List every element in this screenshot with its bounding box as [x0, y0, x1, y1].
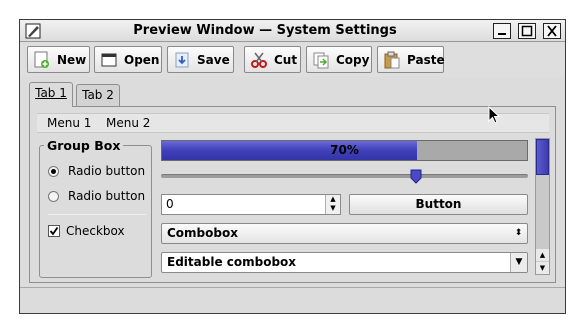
- paste-icon: [384, 51, 400, 68]
- cut-label: Cut: [274, 52, 298, 67]
- save-icon: [175, 52, 189, 67]
- push-button[interactable]: Button: [349, 194, 528, 215]
- scissors-icon: [251, 52, 267, 68]
- paste-label: Paste: [407, 52, 445, 67]
- spin-down-icon[interactable]: ▼: [326, 204, 340, 213]
- minimize-button[interactable]: [493, 23, 511, 39]
- copy-button[interactable]: Copy: [306, 46, 372, 73]
- open-button[interactable]: Open: [94, 46, 162, 73]
- open-label: Open: [124, 52, 160, 67]
- combobox-arrows-icon[interactable]: ⬍: [510, 224, 527, 243]
- window-title: Preview Window — System Settings: [133, 23, 397, 38]
- editable-combobox-value: Editable combobox: [167, 255, 297, 269]
- copy-icon: [313, 52, 329, 68]
- progress-text: 70%: [330, 143, 359, 157]
- tab-2[interactable]: Tab 2: [76, 84, 120, 106]
- maximize-button[interactable]: [518, 23, 536, 39]
- checkbox[interactable]: [48, 225, 60, 237]
- save-label: Save: [197, 52, 230, 67]
- radio-label-1: Radio button: [68, 164, 146, 178]
- cut-button[interactable]: Cut: [244, 46, 301, 73]
- chevron-down-icon[interactable]: ▼: [510, 253, 527, 272]
- radio-button-2[interactable]: [48, 191, 59, 202]
- group-box-title: Group Box: [44, 138, 124, 153]
- minimize-icon: [498, 33, 506, 35]
- checkmark-icon: [49, 226, 59, 236]
- new-document-icon: [34, 51, 49, 68]
- editable-combobox[interactable]: Editable combobox: [161, 252, 528, 273]
- menu-1[interactable]: Menu 1: [47, 113, 91, 133]
- combobox-value: Combobox: [167, 226, 238, 240]
- radio-label-2: Radio button: [68, 189, 146, 203]
- spin-up-icon[interactable]: ▲: [326, 195, 340, 204]
- new-button[interactable]: New: [27, 46, 90, 73]
- radio-checked-dot: [51, 169, 56, 174]
- tab-1[interactable]: Tab 1: [29, 82, 73, 107]
- spinbox-value: 0: [166, 197, 174, 211]
- spinbox-buttons[interactable]: ▲ ▼: [325, 195, 340, 214]
- spinbox[interactable]: [161, 194, 341, 215]
- paste-button[interactable]: Paste: [377, 46, 445, 73]
- radio-button-1[interactable]: [48, 166, 59, 177]
- app-icon: [25, 23, 41, 39]
- slider-handle-icon: [410, 169, 422, 184]
- group-divider: [48, 214, 146, 215]
- tab-1-label: Tab 1: [35, 86, 67, 100]
- new-label: New: [57, 52, 87, 67]
- mouse-cursor-icon: [488, 105, 502, 126]
- open-folder-icon: [101, 53, 117, 66]
- scroll-up-icon[interactable]: ▲: [536, 249, 549, 261]
- tab-2-label: Tab 2: [82, 88, 114, 102]
- close-button[interactable]: [543, 23, 561, 39]
- checkbox-label: Checkbox: [66, 224, 125, 238]
- combobox[interactable]: Combobox: [161, 223, 528, 244]
- close-icon: [547, 25, 557, 37]
- copy-label: Copy: [336, 52, 370, 67]
- maximize-icon: [521, 25, 533, 37]
- progress-bar: 70%: [161, 140, 528, 161]
- slider-handle[interactable]: [410, 169, 422, 184]
- menu-2[interactable]: Menu 2: [106, 113, 150, 133]
- status-divider: [20, 287, 565, 288]
- save-button[interactable]: Save: [167, 46, 234, 73]
- scrollbar-thumb[interactable]: [536, 139, 549, 175]
- scroll-down-icon[interactable]: ▼: [536, 262, 549, 274]
- slider-track[interactable]: [161, 174, 528, 178]
